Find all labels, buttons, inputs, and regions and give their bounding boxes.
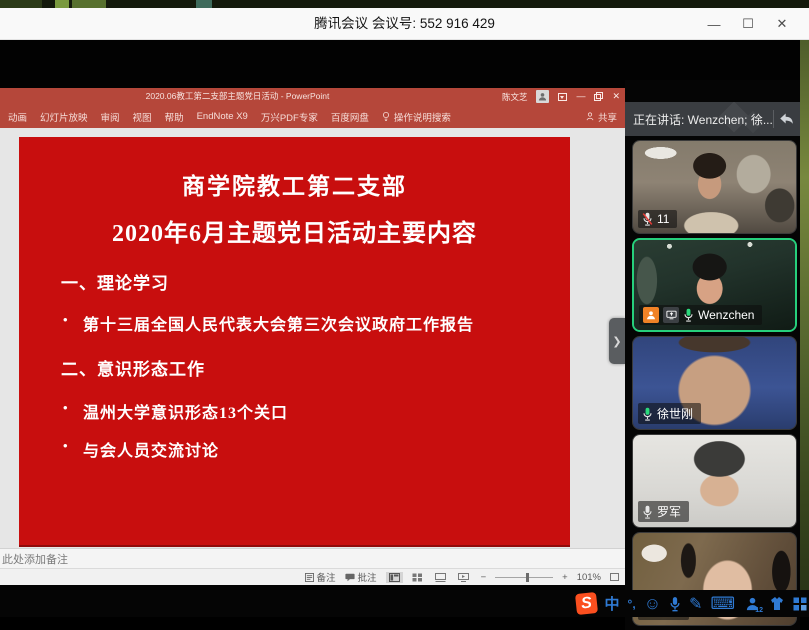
ppt-close-button[interactable]: ✕: [612, 88, 620, 105]
video-tile-list: 11: [632, 140, 797, 630]
tell-me-search[interactable]: 操作说明搜索: [382, 110, 451, 124]
meeting-titlebar: 腾讯会议 会议号: 552 916 429 — ☐ ✕: [0, 8, 809, 40]
emoji-icon[interactable]: ☺: [644, 594, 661, 614]
minimize-button[interactable]: —: [697, 8, 731, 40]
tab-wanxing-pdf[interactable]: 万兴PDF专家: [261, 110, 318, 124]
avatar[interactable]: [536, 90, 549, 103]
notes-pane[interactable]: 此处添加备注: [0, 548, 625, 568]
punctuation-mode-icon[interactable]: °,: [628, 597, 636, 611]
maximize-button[interactable]: ☐: [731, 8, 765, 40]
collapse-panel-icon[interactable]: [779, 112, 794, 130]
bullet-glyph: •: [63, 312, 69, 328]
participants-sidebar: 正在讲话: Wenzchen; 徐...: [625, 80, 800, 630]
slide-bullet: • 第十三届全国人民代表大会第三次会议政府工作报告: [19, 311, 625, 335]
window-controls: — ☐ ✕: [697, 8, 799, 40]
soft-keyboard-icon[interactable]: ⌨: [710, 594, 735, 614]
mic-muted-icon: [642, 212, 653, 226]
zoom-slider-thumb[interactable]: [526, 573, 529, 582]
ppt-title: 2020.06教工第二支部主题党日活动 - PowerPoint: [60, 88, 415, 105]
ppt-workspace: 商学院教工第二支部 2020年6月主题党日活动主要内容 一、理论学习 • 第十三…: [0, 128, 625, 548]
mic-icon: [642, 505, 653, 519]
participant-tile[interactable]: 罗军: [632, 434, 797, 528]
ppt-restore-button[interactable]: [594, 92, 603, 101]
slide-canvas: 商学院教工第二支部 2020年6月主题党日活动主要内容 一、理论学习 • 第十三…: [19, 137, 570, 547]
speaking-indicator-bar: 正在讲话: Wenzchen; 徐...: [625, 102, 800, 136]
divider: [773, 110, 774, 128]
bullet-glyph: •: [63, 438, 69, 454]
tab-slideshow[interactable]: 幻灯片放映: [40, 110, 88, 124]
notes-toggle[interactable]: 备注: [305, 570, 336, 584]
wallpaper-segment: [196, 0, 212, 8]
panel-expander-chevron[interactable]: ❯: [609, 318, 625, 364]
tab-review[interactable]: 审阅: [101, 110, 120, 124]
slide-bullet: • 与会人员交流讨论: [19, 437, 625, 461]
slide-title-line1: 商学院教工第二支部: [19, 167, 570, 201]
slide-heading: 一、理论学习: [19, 269, 612, 294]
zoom-in-button[interactable]: +: [562, 572, 568, 583]
zoom-level[interactable]: 101%: [577, 572, 601, 583]
participant-tile[interactable]: 11: [632, 140, 797, 234]
tab-help[interactable]: 帮助: [165, 110, 184, 124]
desktop-screen: 腾讯会议 会议号: 552 916 429 — ☐ ✕ 2020.06教工第二支…: [0, 0, 809, 617]
ppt-user-name: 陈文芝: [502, 91, 528, 103]
sogou-input-logo[interactable]: S: [574, 592, 597, 615]
ppt-minimize-button[interactable]: —: [576, 88, 585, 105]
shared-screen-area: 2020.06教工第二支部主题党日活动 - PowerPoint 陈文芝 — ✕: [0, 40, 800, 590]
voice-input-icon[interactable]: [669, 596, 681, 612]
desktop-wallpaper-strip: [0, 0, 809, 8]
participant-name: Wenzchen: [698, 308, 754, 322]
slideshow-view-button[interactable]: [455, 572, 472, 583]
mic-active-icon: [642, 407, 653, 421]
desktop-wallpaper-edge: [800, 40, 809, 590]
person-icon: [586, 112, 594, 121]
zoom-slider[interactable]: [495, 577, 553, 578]
slide-sorter-view-button[interactable]: [409, 572, 426, 583]
zoom-out-button[interactable]: −: [481, 572, 487, 583]
wallpaper-segment: [72, 0, 106, 8]
comments-toggle[interactable]: 批注: [345, 570, 377, 584]
host-badge-icon: [643, 307, 659, 323]
ppt-statusbar: 备注 批注: [0, 568, 625, 585]
participant-name: 11: [657, 212, 669, 226]
lightbulb-icon: [382, 111, 390, 122]
notes-placeholder: 此处添加备注: [2, 551, 68, 567]
participant-tile[interactable]: 徐世刚: [632, 336, 797, 430]
reading-view-button[interactable]: [432, 572, 449, 583]
participant-name: 徐世刚: [657, 405, 693, 422]
now-speaking-text: 正在讲话: Wenzchen; 徐...: [625, 111, 773, 128]
tab-baidu-netdisk[interactable]: 百度网盘: [331, 110, 369, 124]
screen-share-badge-icon: [663, 307, 679, 323]
share-button[interactable]: 共享: [586, 110, 617, 124]
tab-view[interactable]: 视图: [133, 110, 152, 124]
person-icon: [538, 92, 547, 101]
tab-animation[interactable]: 动画: [8, 110, 27, 124]
powerpoint-window: 2020.06教工第二支部主题党日活动 - PowerPoint 陈文芝 — ✕: [0, 88, 625, 585]
wallpaper-segment: [0, 0, 42, 8]
bullet-glyph: •: [63, 400, 69, 416]
wallpaper-segment: [55, 0, 69, 8]
ribbon-options-icon[interactable]: [558, 93, 567, 101]
slide-title-line2: 2020年6月主题党日活动主要内容: [19, 213, 570, 248]
account-icon[interactable]: 12: [743, 595, 761, 613]
skin-shirt-icon[interactable]: [769, 596, 785, 611]
slide-heading: 二、意识形态工作: [19, 355, 612, 380]
notes-icon: [305, 573, 314, 582]
handwriting-pen-icon[interactable]: ✎: [689, 594, 702, 614]
slide-bullet: • 温州大学意识形态13个关口: [19, 399, 625, 423]
meeting-title: 腾讯会议 会议号: 552 916 429: [0, 8, 809, 40]
participant-name: 罗军: [657, 503, 681, 520]
taskbar: S 中 °, ☺ ✎ ⌨ 12: [0, 590, 809, 617]
participant-tile-active-speaker[interactable]: Wenzchen: [632, 238, 797, 332]
fit-slide-to-window-button[interactable]: [610, 573, 619, 581]
comment-icon: [345, 573, 355, 582]
close-button[interactable]: ✕: [765, 8, 799, 40]
input-mode-chinese[interactable]: 中: [605, 593, 620, 614]
normal-view-button[interactable]: [386, 572, 403, 583]
tab-endnote[interactable]: EndNote X9: [197, 111, 248, 122]
view-switcher: [386, 572, 472, 583]
mic-active-icon: [683, 308, 694, 322]
ppt-titlebar: 2020.06教工第二支部主题党日活动 - PowerPoint 陈文芝 — ✕: [0, 88, 625, 105]
toolbox-grid-icon[interactable]: [793, 597, 807, 611]
ppt-ribbon-tabs: 动画 幻灯片放映 审阅 视图 帮助 EndNote X9 万兴PDF专家 百度网…: [0, 105, 625, 128]
